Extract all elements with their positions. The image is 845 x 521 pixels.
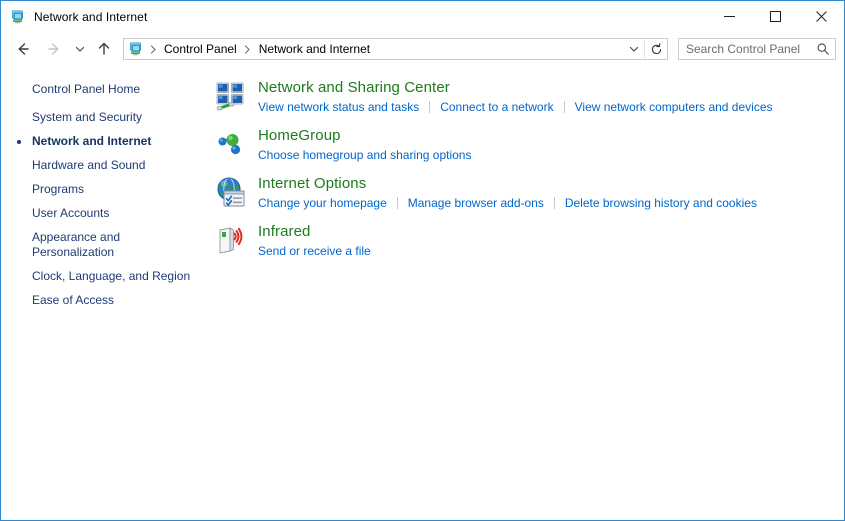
search-icon[interactable]: [811, 39, 835, 59]
sidebar-item-label: Control Panel Home: [32, 82, 140, 97]
link-separator: [397, 197, 398, 209]
sidebar-item-label: System and Security: [32, 110, 142, 125]
link-separator: [429, 101, 430, 113]
category-internet-options: Internet Options Change your homepage Ma…: [215, 174, 844, 211]
homegroup-icon: [215, 128, 247, 160]
forward-icon: [42, 37, 66, 61]
network-sharing-center-icon: [215, 80, 247, 112]
maximize-button[interactable]: [752, 1, 798, 32]
close-button[interactable]: [798, 1, 844, 32]
sidebar-item-control-panel-home[interactable]: Control Panel Home: [1, 82, 206, 97]
category-title[interactable]: Internet Options: [258, 174, 366, 193]
link-send-or-receive-a-file[interactable]: Send or receive a file: [258, 243, 371, 259]
title-bar[interactable]: Network and Internet: [1, 1, 844, 32]
link-view-network-status-and-tasks[interactable]: View network status and tasks: [258, 99, 419, 115]
breadcrumb[interactable]: Control Panel Network and Internet: [124, 40, 624, 58]
sidebar-item-network-and-internet[interactable]: Network and Internet: [1, 134, 206, 149]
refresh-icon[interactable]: [644, 39, 667, 59]
navigation-bar: Control Panel Network and Internet: [1, 32, 844, 66]
breadcrumb-item-control-panel[interactable]: Control Panel: [160, 40, 241, 58]
control-panel-window: Network and Internet: [0, 0, 845, 521]
back-icon[interactable]: [11, 37, 35, 61]
category-list: Network and Sharing Center View network …: [206, 66, 844, 519]
sidebar-item-label: Ease of Access: [32, 293, 114, 308]
sidebar-item-label: Appearance and Personalization: [32, 230, 144, 260]
sidebar-item-user-accounts[interactable]: User Accounts: [1, 206, 206, 221]
address-dropdown-chevron-down-icon[interactable]: [624, 39, 644, 59]
address-bar[interactable]: Control Panel Network and Internet: [123, 38, 668, 60]
control-panel-icon: [128, 41, 144, 57]
link-manage-browser-add-ons[interactable]: Manage browser add-ons: [408, 195, 544, 211]
category-title[interactable]: Infrared: [258, 222, 311, 241]
link-separator: [564, 101, 565, 113]
category-homegroup: HomeGroup Choose homegroup and sharing o…: [215, 126, 844, 163]
link-change-your-homepage[interactable]: Change your homepage: [258, 195, 387, 211]
category-network-and-sharing-center: Network and Sharing Center View network …: [215, 78, 844, 115]
sidebar-item-system-and-security[interactable]: System and Security: [1, 110, 206, 125]
recent-locations-chevron-down-icon[interactable]: [71, 37, 89, 61]
sidebar-item-clock-language-and-region[interactable]: Clock, Language, and Region: [1, 269, 206, 284]
search-input[interactable]: [679, 42, 811, 56]
content-area: Control Panel Home System and Security N…: [1, 66, 844, 519]
category-links: View network status and tasks Connect to…: [258, 99, 773, 115]
sidebar-item-hardware-and-sound[interactable]: Hardware and Sound: [1, 158, 206, 173]
link-choose-homegroup-and-sharing-options[interactable]: Choose homegroup and sharing options: [258, 147, 471, 163]
infrared-icon: [215, 224, 247, 256]
breadcrumb-separator-icon: [241, 45, 255, 54]
breadcrumb-separator-icon: [146, 45, 160, 54]
sidebar-item-label: User Accounts: [32, 206, 109, 221]
up-one-level-icon[interactable]: [93, 37, 115, 61]
breadcrumb-item-network-and-internet[interactable]: Network and Internet: [255, 40, 374, 58]
link-delete-browsing-history-and-cookies[interactable]: Delete browsing history and cookies: [565, 195, 757, 211]
sidebar-item-appearance-and-personalization[interactable]: Appearance and Personalization: [1, 230, 206, 260]
window-title: Network and Internet: [34, 10, 147, 24]
sidebar: Control Panel Home System and Security N…: [1, 66, 206, 519]
sidebar-item-label: Programs: [32, 182, 84, 197]
control-panel-network-icon: [10, 9, 26, 25]
category-links: Send or receive a file: [258, 243, 371, 259]
category-infrared: Infrared Send or receive a file: [215, 222, 844, 259]
category-links: Change your homepage Manage browser add-…: [258, 195, 757, 211]
category-title[interactable]: Network and Sharing Center: [258, 78, 450, 97]
link-view-network-computers-and-devices[interactable]: View network computers and devices: [575, 99, 773, 115]
sidebar-item-ease-of-access[interactable]: Ease of Access: [1, 293, 206, 308]
search-box[interactable]: [678, 38, 836, 60]
link-separator: [554, 197, 555, 209]
sidebar-item-programs[interactable]: Programs: [1, 182, 206, 197]
sidebar-item-label: Network and Internet: [32, 134, 151, 149]
internet-options-icon: [215, 176, 247, 208]
caption-buttons: [706, 1, 844, 32]
sidebar-item-label: Hardware and Sound: [32, 158, 145, 173]
minimize-button[interactable]: [706, 1, 752, 32]
link-connect-to-a-network[interactable]: Connect to a network: [440, 99, 553, 115]
category-links: Choose homegroup and sharing options: [258, 147, 471, 163]
category-title[interactable]: HomeGroup: [258, 126, 341, 145]
sidebar-item-label: Clock, Language, and Region: [32, 269, 190, 284]
